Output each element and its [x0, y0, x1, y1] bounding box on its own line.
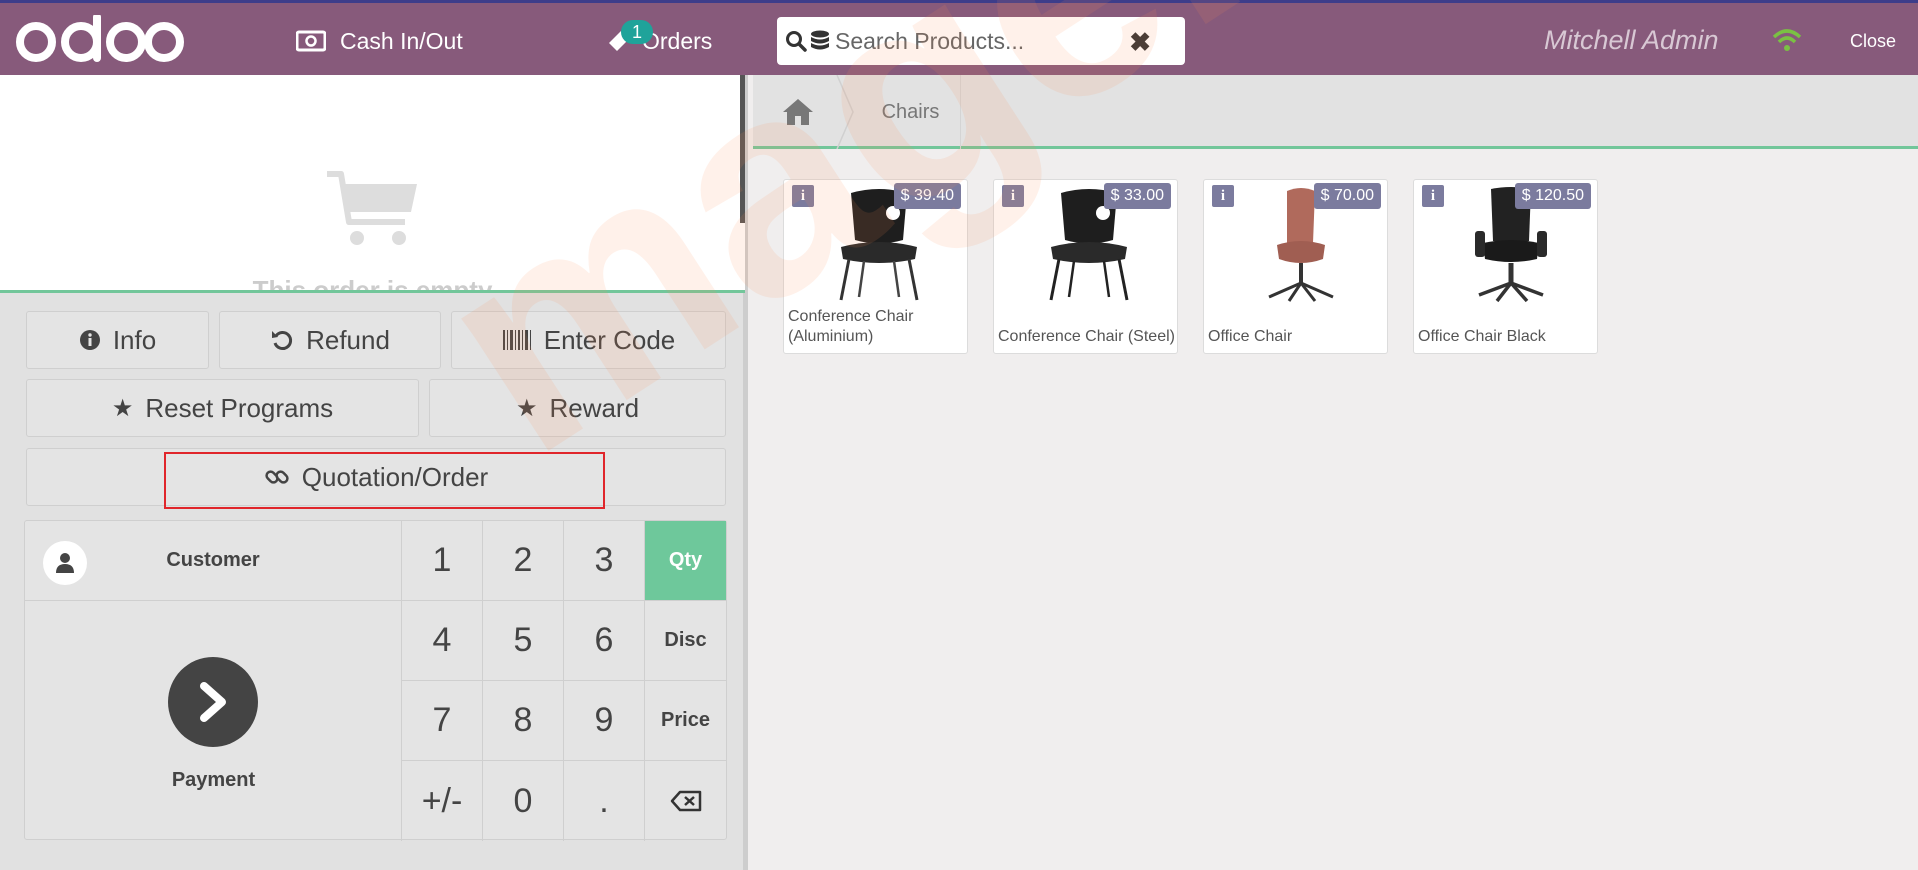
star-icon: ★ [515, 394, 538, 422]
breadcrumb-separator [836, 75, 854, 149]
product-info-icon[interactable]: i [1422, 185, 1444, 207]
star-icon: ★ [111, 394, 134, 422]
highlight-box [164, 452, 605, 509]
disc-mode-button[interactable]: Disc [645, 601, 726, 681]
product-info-icon[interactable]: i [1212, 185, 1234, 207]
key-8[interactable]: 8 [483, 681, 564, 761]
pos-screen: Cash In/Out Orders 1 ✖ Mitchell Admin [0, 0, 1918, 870]
order-pane: This order is empty Info Refund Enter Co… [0, 75, 748, 870]
product-name: Office Chair Black [1418, 328, 1546, 345]
product-card[interactable]: i $ 120.50 Office Chair Black [1413, 179, 1598, 354]
enter-code-button[interactable]: Enter Code [451, 311, 726, 369]
search-bar[interactable]: ✖ [777, 17, 1185, 65]
product-card[interactable]: i $ 70.00 Office Chair [1203, 179, 1388, 354]
order-lines: This order is empty [0, 75, 745, 293]
numpad: Customer Payment 1 2 3 Qty 4 5 6 Disc 7 … [24, 520, 727, 841]
customer-button[interactable]: Customer [25, 521, 402, 601]
key-decimal[interactable]: . [564, 761, 645, 841]
quotation-order-button[interactable]: Quotation/Order [26, 448, 726, 509]
refund-button[interactable]: Refund [219, 311, 441, 369]
reward-button[interactable]: ★ Reward [429, 379, 726, 437]
key-5[interactable]: 5 [483, 601, 564, 681]
info-icon [79, 330, 100, 350]
product-price: $ 33.00 [1103, 183, 1171, 209]
search-input[interactable] [835, 27, 1125, 55]
empty-order-text: This order is empty [252, 275, 493, 293]
product-name: Office Chair [1208, 328, 1293, 345]
info-button[interactable]: Info [26, 311, 209, 369]
payment-circle [168, 657, 258, 747]
key-1[interactable]: 1 [402, 521, 483, 601]
user-name: Mitchell Admin [1544, 25, 1719, 55]
customer-label: Customer [166, 549, 260, 571]
reward-label: Reward [549, 392, 640, 423]
search-icon [786, 31, 807, 52]
cash-in-out-label: Cash In/Out [340, 27, 463, 54]
wifi-icon [1772, 29, 1802, 51]
undo-icon [272, 331, 293, 350]
key-6[interactable]: 6 [564, 601, 645, 681]
money-icon [296, 30, 326, 52]
close-button[interactable]: Close [1850, 31, 1896, 52]
clear-search-icon[interactable]: ✖ [1129, 27, 1151, 58]
product-card[interactable]: i $ 39.40 Conference Chair (Aluminium) [783, 179, 968, 354]
order-scrollbar[interactable] [740, 75, 745, 223]
product-card[interactable]: i $ 33.00 Conference Chair (Steel) [993, 179, 1178, 354]
product-info-icon[interactable]: i [792, 185, 814, 207]
key-3[interactable]: 3 [564, 521, 645, 601]
key-2[interactable]: 2 [483, 521, 564, 601]
enter-code-label: Enter Code [543, 324, 676, 355]
breadcrumb: Chairs [753, 75, 1918, 149]
chevron-right-icon [200, 682, 226, 722]
refund-label: Refund [306, 324, 390, 355]
info-label: Info [112, 324, 157, 355]
orders-count-badge: 1 [621, 20, 653, 44]
product-name: Conference Chair (Steel) [998, 328, 1175, 345]
key-9[interactable]: 9 [564, 681, 645, 761]
backspace-icon [670, 790, 701, 812]
breadcrumb-chairs[interactable]: Chairs [861, 75, 961, 149]
user-icon [56, 553, 74, 573]
odoo-logo [16, 15, 184, 62]
key-0[interactable]: 0 [483, 761, 564, 841]
product-price: $ 120.50 [1514, 183, 1591, 209]
barcode-icon [502, 330, 531, 350]
cart-icon [327, 171, 417, 245]
home-icon [783, 99, 813, 125]
top-bar: Cash In/Out Orders 1 ✖ Mitchell Admin [0, 0, 1918, 75]
payment-label: Payment [171, 769, 256, 791]
database-icon [811, 30, 829, 50]
payment-button[interactable]: Payment [25, 601, 402, 841]
product-price: $ 39.40 [893, 183, 961, 209]
product-pane: Chairs i $ 39.40 Conference Chair (Alumi… [753, 75, 1918, 870]
customer-avatar [43, 541, 87, 585]
reset-programs-button[interactable]: ★ Reset Programs [26, 379, 419, 437]
product-name: Conference Chair (Aluminium) [788, 308, 914, 345]
key-4[interactable]: 4 [402, 601, 483, 681]
product-price: $ 70.00 [1313, 183, 1381, 209]
price-mode-button[interactable]: Price [645, 681, 726, 761]
backspace-button[interactable] [645, 761, 726, 841]
qty-mode-button[interactable]: Qty [645, 521, 726, 601]
reset-programs-label: Reset Programs [145, 392, 334, 423]
key-plus-minus[interactable]: +/- [402, 761, 483, 841]
key-7[interactable]: 7 [402, 681, 483, 761]
cash-in-out-button[interactable]: Cash In/Out [296, 23, 463, 59]
home-button[interactable] [753, 75, 843, 149]
product-info-icon[interactable]: i [1002, 185, 1024, 207]
